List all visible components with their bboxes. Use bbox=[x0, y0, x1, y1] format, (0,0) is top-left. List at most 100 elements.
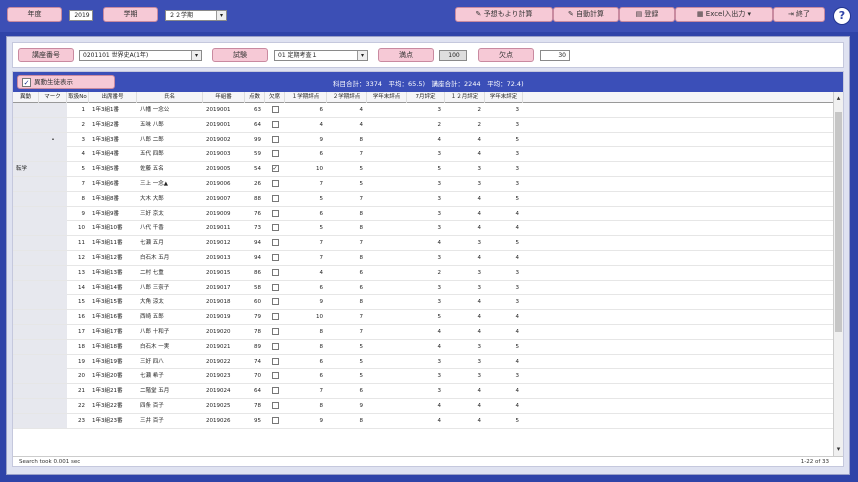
cell-term2-grade[interactable]: 6 bbox=[327, 281, 367, 295]
cell-term1-grade[interactable]: 10 bbox=[285, 310, 327, 324]
cell-score[interactable]: 95 bbox=[245, 414, 265, 428]
scroll-down-icon[interactable]: ▾ bbox=[834, 445, 843, 454]
cell-score[interactable]: 74 bbox=[245, 355, 265, 369]
table-row[interactable]: 18 1年3組18番 白石木 一実 2019021 89 8 5 4 3 5 bbox=[13, 339, 833, 355]
table-row[interactable]: • 3 1年3組3番 八郎 二郎 2019002 99 9 8 4 4 5 bbox=[13, 132, 833, 148]
cell-dec-eval[interactable]: 4 bbox=[445, 221, 485, 235]
absent-checkbox[interactable] bbox=[271, 387, 279, 395]
absent-checkbox[interactable] bbox=[271, 298, 279, 306]
absent-checkbox[interactable] bbox=[271, 283, 279, 291]
absent-checkbox[interactable] bbox=[271, 372, 279, 380]
cell-term2-grade[interactable]: 5 bbox=[327, 355, 367, 369]
cell-dec-eval[interactable]: 3 bbox=[445, 177, 485, 191]
col-header-mark[interactable]: マーク bbox=[39, 92, 67, 103]
cell-term2-grade[interactable]: 8 bbox=[327, 133, 367, 147]
cell-term2-grade[interactable]: 5 bbox=[327, 369, 367, 383]
cell-score[interactable]: 89 bbox=[245, 340, 265, 354]
cell-final-eval[interactable]: 3 bbox=[485, 162, 523, 176]
absent-checkbox[interactable] bbox=[271, 342, 279, 350]
cell-final-eval[interactable]: 5 bbox=[485, 236, 523, 250]
cell-term1-grade[interactable]: 4 bbox=[285, 118, 327, 132]
term-select[interactable]: ２２学期 ▾ bbox=[165, 10, 227, 21]
absent-checkbox[interactable] bbox=[271, 268, 279, 276]
excel-io-button[interactable]: ▦ Excel入出力 ▾ bbox=[675, 7, 773, 22]
table-row[interactable]: 8 1年3組8番 大木 大郎 2019007 88 5 7 3 4 5 bbox=[13, 191, 833, 207]
table-row[interactable]: 23 1年3組23番 三井 百子 2019026 95 9 8 4 4 5 bbox=[13, 413, 833, 429]
cell-term2-grade[interactable]: 8 bbox=[327, 414, 367, 428]
cell-dec-eval[interactable]: 4 bbox=[445, 325, 485, 339]
cell-term2-grade[interactable]: 8 bbox=[327, 295, 367, 309]
table-row[interactable]: 12 1年3組12番 白石木 五月 2019013 94 7 8 3 4 4 bbox=[13, 250, 833, 266]
cell-score[interactable]: 26 bbox=[245, 177, 265, 191]
cell-final-eval[interactable]: 4 bbox=[485, 399, 523, 413]
cell-final-eval[interactable]: 5 bbox=[485, 133, 523, 147]
cell-dec-eval[interactable]: 4 bbox=[445, 399, 485, 413]
table-row[interactable]: 22 1年3組22番 四条 百子 2019025 78 8 9 4 4 4 bbox=[13, 398, 833, 414]
cell-july-eval[interactable]: 3 bbox=[407, 147, 445, 161]
help-icon[interactable]: ? bbox=[833, 7, 851, 25]
cell-score[interactable]: 79 bbox=[245, 310, 265, 324]
cell-final-eval[interactable]: 4 bbox=[485, 325, 523, 339]
cell-final-grade[interactable] bbox=[367, 295, 407, 309]
table-row[interactable]: 10 1年3組10番 八代 千香 2019011 73 5 8 3 4 4 bbox=[13, 221, 833, 237]
absent-checkbox[interactable] bbox=[271, 327, 279, 335]
absent-checkbox[interactable] bbox=[271, 253, 279, 261]
cell-final-eval[interactable]: 4 bbox=[485, 310, 523, 324]
cell-term2-grade[interactable]: 5 bbox=[327, 340, 367, 354]
table-row[interactable]: 転学 5 1年3組5番 佐藤 五名 2019005 54 ✓ 10 5 5 3 3 bbox=[13, 162, 833, 177]
term-label-button[interactable]: 学期 bbox=[103, 7, 158, 22]
cell-term2-grade[interactable]: 5 bbox=[327, 162, 367, 176]
cell-july-eval[interactable]: 4 bbox=[407, 133, 445, 147]
table-row[interactable]: 20 1年3組20番 七瀬 希子 2019023 70 6 5 3 3 3 bbox=[13, 369, 833, 385]
cell-dec-eval[interactable]: 3 bbox=[445, 162, 485, 176]
col-header-handling-no[interactable]: 取扱No bbox=[67, 92, 89, 103]
cell-score[interactable]: 64 bbox=[245, 384, 265, 398]
cell-dec-eval[interactable]: 4 bbox=[445, 310, 485, 324]
cell-score[interactable]: 70 bbox=[245, 369, 265, 383]
col-header-student-id[interactable]: 年組番 bbox=[203, 92, 245, 103]
cell-term1-grade[interactable]: 6 bbox=[285, 103, 327, 117]
cell-final-eval[interactable]: 4 bbox=[485, 207, 523, 221]
absent-checkbox[interactable] bbox=[271, 135, 279, 143]
absent-checkbox[interactable] bbox=[271, 357, 279, 365]
table-row[interactable]: 11 1年3組11番 七瀬 五月 2019012 94 7 7 4 3 5 bbox=[13, 236, 833, 251]
cell-term2-grade[interactable]: 6 bbox=[327, 384, 367, 398]
cell-final-eval[interactable]: 3 bbox=[485, 266, 523, 280]
cell-final-grade[interactable] bbox=[367, 118, 407, 132]
cell-final-grade[interactable] bbox=[367, 281, 407, 295]
exam-select[interactable]: 01 定期考査１ ▾ bbox=[274, 50, 368, 61]
cell-term2-grade[interactable]: 5 bbox=[327, 177, 367, 191]
full-score-input[interactable]: 100 bbox=[439, 50, 467, 61]
cell-term1-grade[interactable]: 8 bbox=[285, 325, 327, 339]
cell-term2-grade[interactable]: 4 bbox=[327, 118, 367, 132]
col-header-term1-grade[interactable]: １学期評点 bbox=[285, 92, 327, 103]
cell-term1-grade[interactable]: 8 bbox=[285, 399, 327, 413]
cell-final-eval[interactable]: 3 bbox=[485, 147, 523, 161]
cell-term1-grade[interactable]: 4 bbox=[285, 266, 327, 280]
cell-term2-grade[interactable]: 9 bbox=[327, 399, 367, 413]
absent-checkbox[interactable] bbox=[271, 401, 279, 409]
cell-july-eval[interactable]: 5 bbox=[407, 162, 445, 176]
cell-term1-grade[interactable]: 5 bbox=[285, 221, 327, 235]
cell-final-eval[interactable]: 4 bbox=[485, 221, 523, 235]
cell-term2-grade[interactable]: 4 bbox=[327, 103, 367, 117]
cell-term1-grade[interactable]: 9 bbox=[285, 133, 327, 147]
cell-july-eval[interactable]: 4 bbox=[407, 399, 445, 413]
cell-score[interactable]: 94 bbox=[245, 251, 265, 265]
cell-final-grade[interactable] bbox=[367, 340, 407, 354]
cell-final-eval[interactable]: 3 bbox=[485, 177, 523, 191]
cell-term1-grade[interactable]: 10 bbox=[285, 162, 327, 176]
cell-dec-eval[interactable]: 3 bbox=[445, 355, 485, 369]
cell-final-eval[interactable]: 3 bbox=[485, 103, 523, 117]
table-row[interactable]: 1 1年3組1番 八幡 一念公 2019001 63 6 4 3 2 3 bbox=[13, 103, 833, 118]
cell-final-eval[interactable]: 3 bbox=[485, 118, 523, 132]
cell-july-eval[interactable]: 5 bbox=[407, 310, 445, 324]
col-header-term2-grade[interactable]: ２学期評点 bbox=[327, 92, 367, 103]
cell-final-grade[interactable] bbox=[367, 355, 407, 369]
predict-calc-button[interactable]: ✎ 予想もより計算 bbox=[455, 7, 553, 22]
cell-term2-grade[interactable]: 7 bbox=[327, 147, 367, 161]
cell-term1-grade[interactable]: 7 bbox=[285, 177, 327, 191]
col-header-dec-eval[interactable]: １２月評定 bbox=[445, 92, 485, 103]
cell-dec-eval[interactable]: 4 bbox=[445, 207, 485, 221]
cell-term2-grade[interactable]: 6 bbox=[327, 266, 367, 280]
